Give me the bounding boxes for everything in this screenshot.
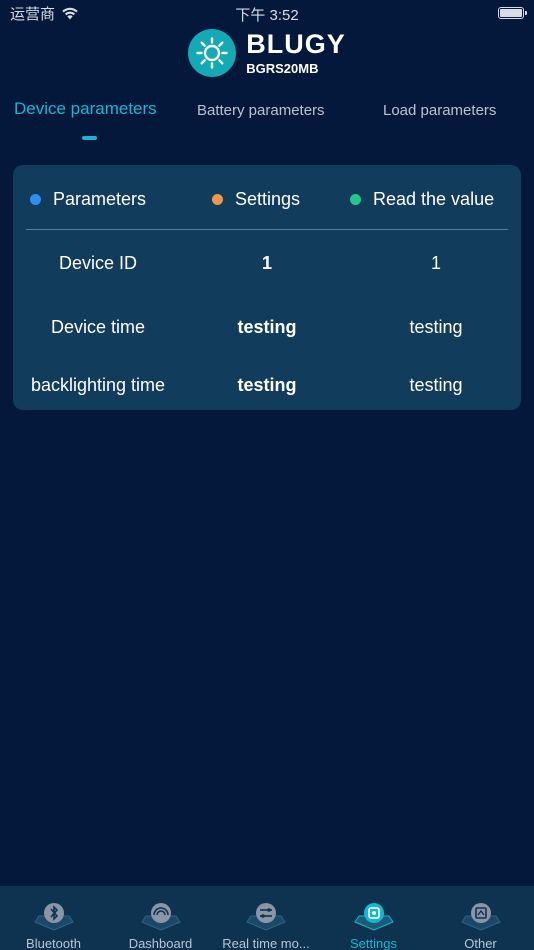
parameter-name: backlighting time (30, 375, 166, 395)
legend-parameters: Parameters (30, 189, 146, 210)
setting-value[interactable]: testing (183, 375, 351, 396)
tabbar-label: Settings (350, 936, 397, 950)
bluetooth-icon (31, 898, 77, 932)
brand-header: BLUGY BGRS20MB (0, 28, 534, 78)
green-dot-icon (350, 194, 361, 205)
settings-icon (351, 898, 397, 932)
tabbar-item-settings[interactable]: Settings (330, 886, 417, 950)
table-row: Device ID 1 1 (13, 253, 521, 283)
setting-value[interactable]: testing (183, 317, 351, 338)
brand-name: BLUGY (246, 29, 346, 59)
parameter-name: Device time (50, 317, 146, 337)
realtime-icon (243, 898, 289, 932)
bottom-tab-bar: Bluetooth Dashboard Real time mo... Sett… (0, 886, 534, 950)
other-icon (458, 898, 504, 932)
tab-device-parameters[interactable]: Device parameters (14, 99, 157, 119)
orange-dot-icon (212, 194, 223, 205)
tabbar-label: Bluetooth (26, 936, 81, 950)
active-tab-indicator (82, 136, 97, 140)
tabbar-item-realtime[interactable]: Real time mo... (216, 886, 316, 950)
battery-icon (498, 7, 527, 19)
dashboard-icon (138, 898, 184, 932)
legend-label: Parameters (53, 189, 147, 209)
read-value: 1 (430, 253, 441, 273)
tabbar-label: Dashboard (128, 936, 193, 950)
status-bar: 运营商 下午 3:52 (0, 0, 534, 26)
brand-model: BGRS20MB (246, 61, 319, 76)
device-parameters-card: Parameters Settings Read the value Devic… (13, 165, 521, 410)
legend-header: Parameters Settings Read the value (13, 165, 521, 231)
tabbar-label: Real time mo... (222, 936, 310, 950)
legend-settings: Settings (212, 189, 300, 210)
setting-value[interactable]: 1 (183, 253, 351, 274)
parameter-tabs: Device parameters Battery parameters Loa… (0, 99, 534, 140)
table-row: Device time testing testing (13, 317, 521, 347)
tabbar-item-other[interactable]: Other (437, 886, 524, 950)
header-divider (26, 229, 508, 230)
parameter-name: Device ID (58, 253, 138, 273)
sun-logo-icon (188, 29, 237, 77)
tabbar-item-bluetooth[interactable]: Bluetooth (10, 886, 97, 950)
status-time: 下午 3:52 (235, 7, 299, 24)
tab-load-parameters[interactable]: Load parameters (383, 102, 496, 119)
brand-text: BLUGY BGRS20MB (246, 29, 346, 76)
read-value: testing (409, 317, 463, 337)
table-row: backlighting time testing testing (13, 375, 521, 405)
tabbar-label: Other (464, 936, 497, 950)
read-value: testing (409, 375, 463, 395)
tabbar-item-dashboard[interactable]: Dashboard (117, 886, 204, 950)
legend-label: Settings (235, 189, 301, 209)
legend-read-value: Read the value (350, 189, 494, 210)
legend-label: Read the value (373, 189, 495, 209)
blue-dot-icon (30, 194, 41, 205)
tab-battery-parameters[interactable]: Battery parameters (197, 102, 325, 119)
